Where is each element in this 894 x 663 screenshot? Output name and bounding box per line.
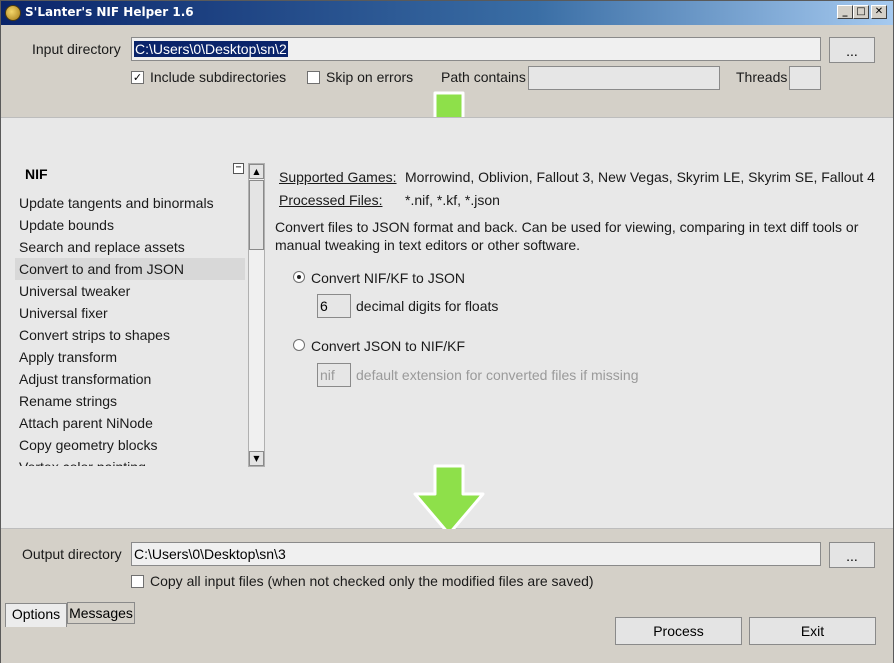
list-item[interactable]: Universal fixer (15, 302, 245, 324)
supported-games-value: Morrowind, Oblivion, Fallout 3, New Vega… (405, 169, 875, 185)
tab-options[interactable]: Options (5, 603, 67, 627)
processed-files-value: *.nif, *.kf, *.json (405, 192, 500, 208)
list-item[interactable]: Copy geometry blocks (15, 434, 245, 456)
input-directory-value: C:\Users\0\Desktop\sn\2 (134, 41, 288, 57)
minimize-button[interactable]: _ (837, 5, 853, 19)
scroll-down-icon[interactable]: ▼ (249, 451, 264, 466)
input-browse-button[interactable]: ... (829, 37, 875, 63)
threads-field[interactable] (789, 66, 821, 90)
decimal-digits-label: decimal digits for floats (356, 298, 499, 314)
skip-errors-label: Skip on errors (326, 69, 414, 85)
decimal-digits-field[interactable]: 6 (317, 294, 351, 318)
output-section: Output directory C:\Users\0\Desktop\sn\3… (1, 529, 893, 663)
main-window: S'Lanter's NIF Helper 1.6 _ □ ✕ Input di… (0, 0, 894, 663)
include-subdirs-label: Include subdirectories (150, 69, 287, 85)
output-browse-button[interactable]: ... (829, 542, 875, 568)
list-item[interactable]: Universal tweaker (15, 280, 245, 302)
supported-games-label: Supported Games: (279, 169, 397, 185)
maximize-button[interactable]: □ (853, 5, 869, 19)
list-item[interactable]: Attach parent NiNode (15, 412, 245, 434)
tab-messages[interactable]: Messages (67, 602, 135, 624)
window-title: S'Lanter's NIF Helper 1.6 (25, 5, 194, 19)
exit-button[interactable]: Exit (749, 617, 876, 645)
tool-description: Convert files to JSON format and back. C… (275, 218, 875, 254)
list-item[interactable]: Apply transform (15, 346, 245, 368)
nif-to-json-radio[interactable] (293, 271, 305, 283)
processed-files-label: Processed Files: (279, 192, 383, 208)
tool-section: NIF − Update tangents and binormals Upda… (1, 117, 893, 536)
input-directory-field[interactable]: C:\Users\0\Desktop\sn\2 (131, 37, 821, 61)
input-directory-label: Input directory (32, 41, 121, 57)
app-logo-icon (5, 5, 21, 21)
list-item[interactable]: Update bounds (15, 214, 245, 236)
path-contains-field[interactable] (528, 66, 720, 90)
include-subdirs-checkbox[interactable]: ✓ (131, 71, 144, 84)
copy-all-label: Copy all input files (when not checked o… (150, 573, 594, 589)
list-item-selected[interactable]: Convert to and from JSON (15, 258, 245, 280)
scroll-thumb[interactable] (249, 180, 264, 250)
json-to-nif-label: Convert JSON to NIF/KF (311, 338, 466, 354)
tool-list[interactable]: Update tangents and binormals Update bou… (15, 192, 245, 466)
threads-label: Threads (736, 69, 788, 85)
process-button[interactable]: Process (615, 617, 742, 645)
list-item[interactable]: Search and replace assets (15, 236, 245, 258)
nif-to-json-label: Convert NIF/KF to JSON (311, 270, 466, 286)
output-directory-field[interactable]: C:\Users\0\Desktop\sn\3 (131, 542, 821, 566)
list-item[interactable]: Convert strips to shapes (15, 324, 245, 346)
list-item[interactable]: Vertex color painting (15, 456, 245, 466)
list-scrollbar[interactable]: ▲ ▼ (248, 163, 265, 467)
down-arrow-icon (413, 464, 485, 536)
list-item[interactable]: Rename strings (15, 390, 245, 412)
title-bar: S'Lanter's NIF Helper 1.6 _ □ ✕ (1, 1, 893, 25)
path-contains-label: Path contains (441, 69, 526, 85)
skip-errors-checkbox[interactable] (307, 71, 320, 84)
list-item[interactable]: Adjust transformation (15, 368, 245, 390)
list-item[interactable]: Update tangents and binormals (15, 192, 245, 214)
json-to-nif-radio[interactable] (293, 339, 305, 351)
description-line-1: Convert files to JSON format and back. C… (275, 219, 859, 235)
default-extension-field[interactable]: nif (317, 363, 351, 387)
collapse-icon[interactable]: − (233, 163, 244, 174)
copy-all-checkbox[interactable] (131, 575, 144, 588)
list-header: NIF (25, 166, 48, 182)
scroll-up-icon[interactable]: ▲ (249, 164, 264, 179)
description-line-2: manual tweaking in text editors or other… (275, 237, 581, 253)
default-extension-label: default extension for converted files if… (356, 367, 639, 383)
output-directory-label: Output directory (22, 546, 122, 562)
close-button[interactable]: ✕ (871, 5, 887, 19)
input-section: Input directory C:\Users\0\Desktop\sn\2 … (1, 25, 893, 163)
